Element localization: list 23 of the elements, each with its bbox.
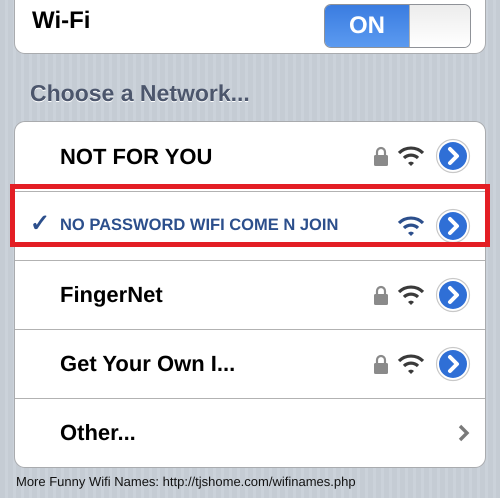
wifi-signal-icon <box>397 146 425 166</box>
detail-disclosure-button[interactable] <box>435 346 471 382</box>
network-row[interactable]: ✓ NO PASSWORD WIFI COME N JOIN <box>15 190 485 260</box>
detail-disclosure-button[interactable] <box>435 276 471 312</box>
network-name: FingerNet <box>60 281 163 309</box>
wifi-label: Wi-Fi <box>32 6 90 36</box>
chevron-icon <box>457 422 471 442</box>
checkmark-icon: ✓ <box>30 210 50 237</box>
detail-disclosure-button[interactable] <box>435 138 471 174</box>
network-name: Get Your Own I... <box>60 350 236 378</box>
network-row[interactable]: Get Your Own I... <box>15 328 485 398</box>
network-row[interactable]: NOT FOR YOU <box>15 122 485 190</box>
network-name: NO PASSWORD WIFI COME N JOIN <box>60 215 338 236</box>
wifi-signal-icon <box>397 284 425 304</box>
network-row[interactable]: Other... <box>15 398 485 466</box>
network-name: Other... <box>60 419 136 447</box>
network-name: NOT FOR YOU <box>60 142 212 170</box>
detail-disclosure-button[interactable] <box>435 208 471 244</box>
wifi-signal-icon <box>397 354 425 374</box>
caption: More Funny Wifi Names: http://tjshome.com/wifinames.php <box>16 474 357 490</box>
wifi-signal-icon <box>397 216 425 236</box>
section-title: Choose a Network... <box>30 79 251 108</box>
network-row[interactable]: FingerNet <box>15 260 485 328</box>
